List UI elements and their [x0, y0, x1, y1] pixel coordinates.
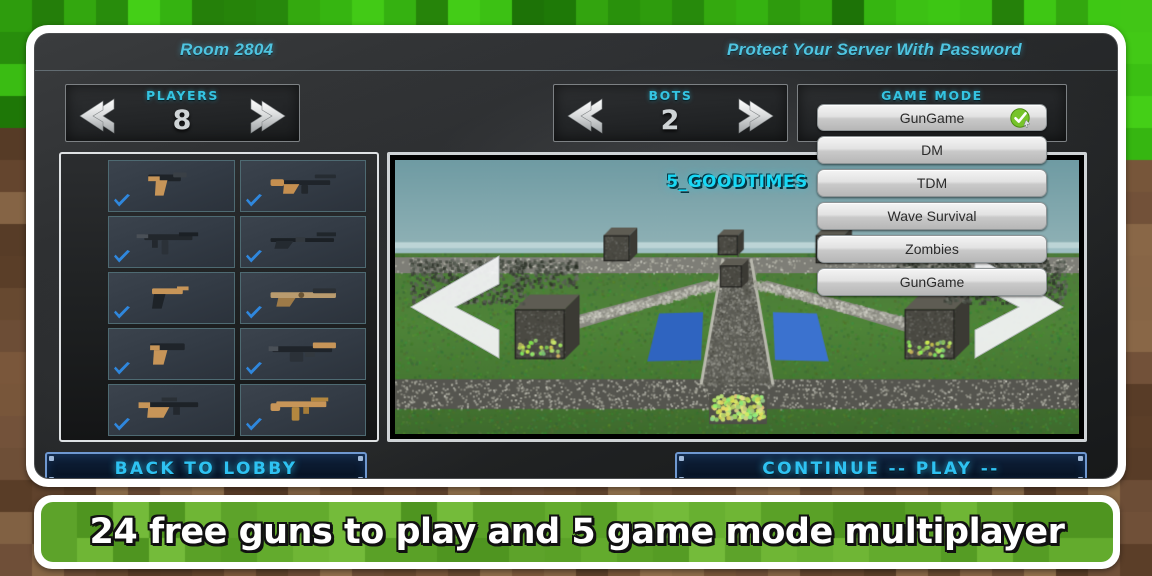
chevron-left-icon [410, 255, 500, 359]
bots-increase-button[interactable] [727, 97, 779, 135]
game-mode-option-wave-survival[interactable]: Wave Survival [817, 202, 1047, 230]
header-bar: Room 2804 Protect Your Server With Passw… [35, 34, 1117, 71]
blue-check-icon [244, 417, 264, 434]
chevron-left-icon [567, 98, 603, 134]
blue-check-icon [244, 193, 264, 210]
corner-nub [358, 477, 363, 478]
green-check-icon [1010, 107, 1032, 129]
game-mode-selected-label: GunGame [899, 109, 965, 126]
bots-stepper: BOTS 2 [553, 84, 788, 142]
back-to-lobby-label: BACK TO LOBBY [114, 459, 298, 479]
weapon-grid [108, 160, 367, 442]
map-previous-button[interactable] [403, 252, 503, 362]
game-mode-option-dm[interactable]: DM [817, 136, 1047, 164]
game-mode-option-label: GunGame [899, 274, 965, 290]
game-mode-option-label: TDM [916, 175, 948, 191]
corner-nub [1078, 477, 1083, 478]
settings-panel: Room 2804 Protect Your Server With Passw… [34, 33, 1118, 479]
corner-nub [1078, 456, 1083, 461]
corner-nub [679, 477, 684, 478]
blue-check-icon [244, 249, 264, 266]
game-mode-option-label: Zombies [905, 241, 959, 257]
weapon-item-thompson-smg[interactable] [239, 384, 366, 436]
game-mode-option-label: DM [921, 142, 943, 158]
weapon-item-pistol-tan[interactable] [108, 160, 235, 212]
chevron-right-icon [738, 98, 774, 134]
promo-banner-text: 24 free guns to play and 5 game mode mul… [89, 512, 1065, 552]
corner-nub [679, 456, 684, 461]
weapon-item-revolver-tan[interactable] [108, 272, 235, 324]
blue-check-icon [112, 193, 132, 210]
promo-banner: 24 free guns to play and 5 game mode mul… [41, 502, 1113, 562]
blue-check-icon [112, 305, 132, 322]
password-hint-label[interactable]: Protect Your Server With Password [727, 40, 1022, 60]
blue-check-icon [244, 361, 264, 378]
players-stepper: PLAYERS 8 [65, 84, 300, 142]
weapon-item-extra-weapon-b[interactable] [240, 440, 367, 442]
game-mode-option-tdm[interactable]: TDM [817, 169, 1047, 197]
continue-play-label: CONTINUE -- PLAY -- [762, 459, 1000, 479]
corner-nub [49, 477, 54, 478]
weapon-icon [241, 441, 366, 442]
players-decrease-button[interactable] [74, 97, 126, 135]
game-mode-option-zombies[interactable]: Zombies [817, 235, 1047, 263]
chevron-right-icon [250, 98, 286, 134]
weapon-item-bolt-action-rifle[interactable] [239, 216, 366, 268]
promo-banner-frame: 24 free guns to play and 5 game mode mul… [34, 495, 1120, 569]
game-mode-option-label: Wave Survival [887, 208, 977, 224]
weapon-list-panel[interactable] [59, 152, 379, 442]
game-mode-dropdown: DM TDM Wave Survival Zombies GunGame [817, 136, 1047, 296]
blue-check-icon [244, 305, 264, 322]
weapon-item-handgun-tan[interactable] [108, 328, 235, 380]
weapon-item-lmg-tan[interactable] [239, 328, 366, 380]
game-mode-title: GAME MODE [881, 88, 983, 103]
weapon-item-extra-weapon-a[interactable] [108, 440, 235, 442]
weapon-item-ak47-rifle[interactable] [239, 160, 366, 212]
blue-check-icon [112, 361, 132, 378]
corner-nub [358, 456, 363, 461]
corner-nub [49, 456, 54, 461]
back-to-lobby-button[interactable]: BACK TO LOBBY [45, 452, 367, 479]
game-mode-selected-button[interactable]: GunGame [817, 104, 1047, 131]
room-label: Room 2804 [180, 40, 274, 59]
weapon-item-assault-rifle-tan[interactable] [108, 384, 235, 436]
weapon-item-double-shotgun[interactable] [239, 272, 366, 324]
weapon-icon [109, 441, 234, 442]
bots-decrease-button[interactable] [562, 97, 614, 135]
main-window-frame: Room 2804 Protect Your Server With Passw… [26, 25, 1126, 487]
players-increase-button[interactable] [239, 97, 291, 135]
game-mode-option-gungame[interactable]: GunGame [817, 268, 1047, 296]
chevron-left-icon [79, 98, 115, 134]
weapon-item-mp40-smg[interactable] [108, 216, 235, 268]
continue-play-button[interactable]: CONTINUE -- PLAY -- [675, 452, 1087, 479]
blue-check-icon [112, 417, 132, 434]
blue-check-icon [112, 249, 132, 266]
